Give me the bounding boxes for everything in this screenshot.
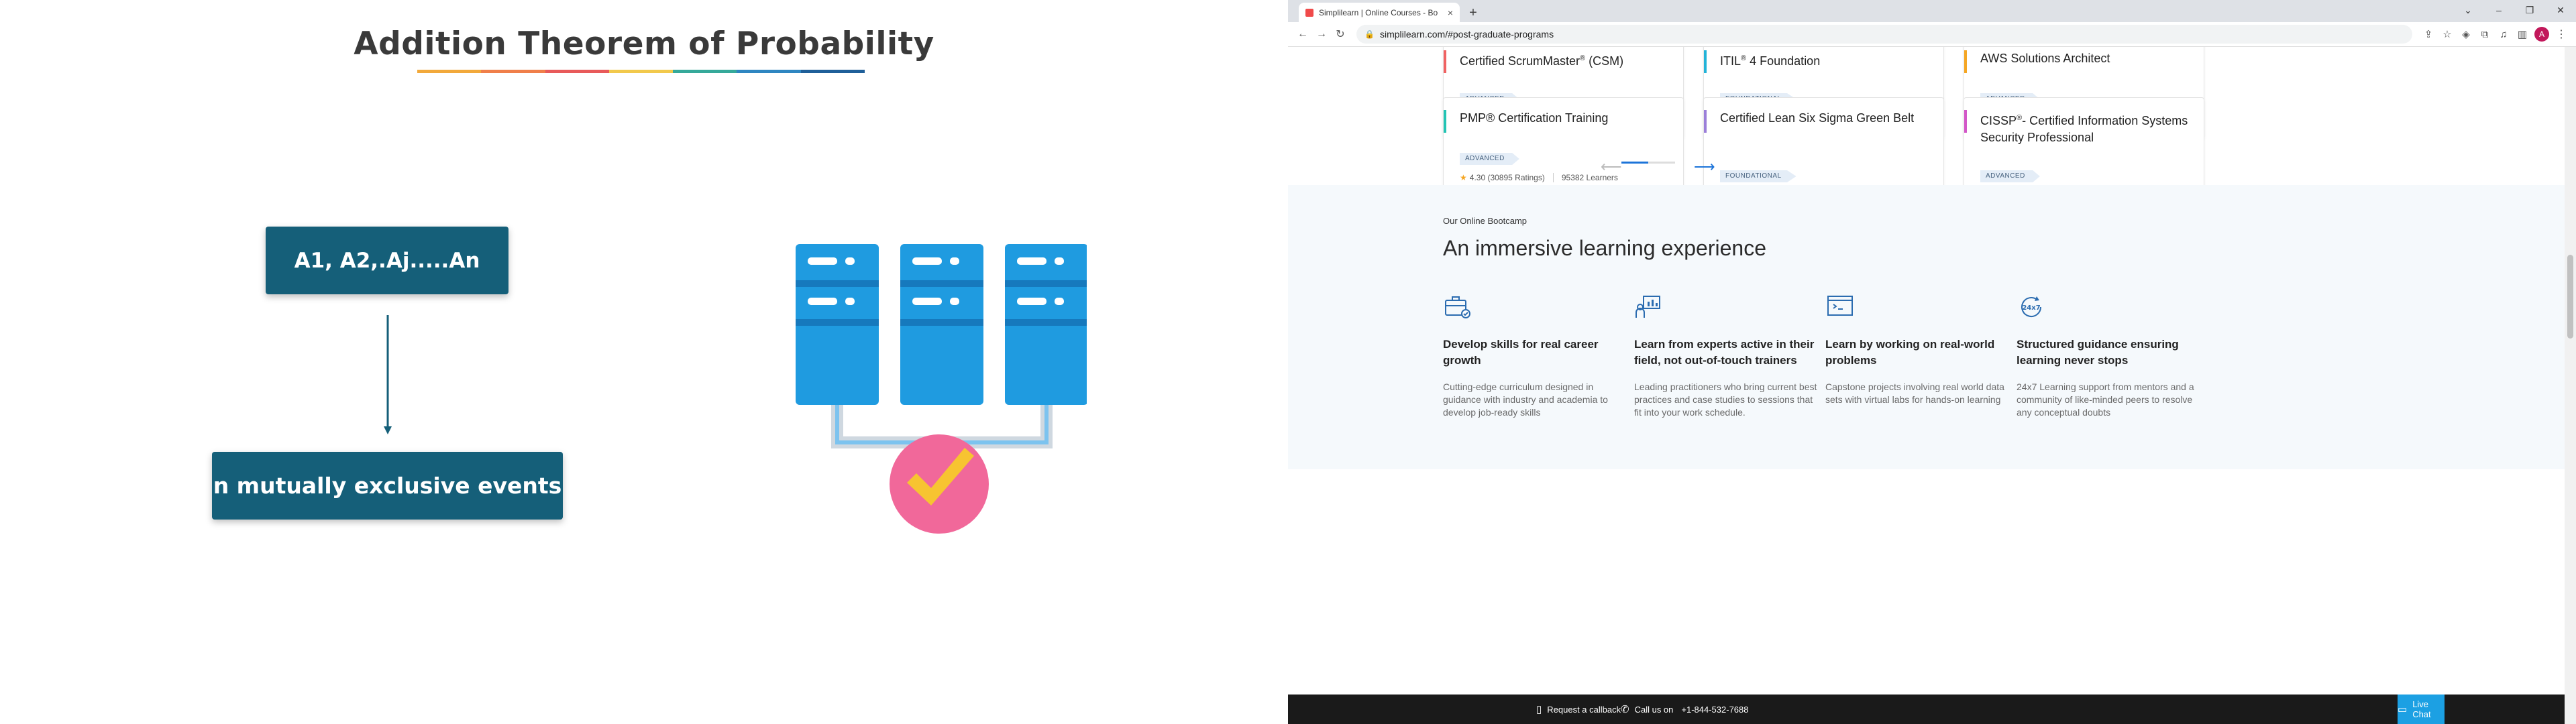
feature-item: Develop skills for real career growth Cut… <box>1443 292 1631 419</box>
star-icon: ★ <box>1460 173 1467 182</box>
call-us-link[interactable]: ✆ Call us on +1-844-532-7688 <box>1621 695 1749 724</box>
live-chat-button[interactable]: ▭ Live Chat <box>2398 695 2445 724</box>
presentation-slide: Addition Theorem of Probability A1, A2,.… <box>0 0 1288 724</box>
reload-icon[interactable]: ↻ <box>1331 25 1350 44</box>
close-icon[interactable]: ✕ <box>2545 0 2576 20</box>
feature-title: Learn by working on real-world problems <box>1825 338 1995 367</box>
back-icon[interactable]: ← <box>1293 25 1312 44</box>
course-card[interactable]: CISSP®- Certified Information Systems Se… <box>1964 97 2204 200</box>
course-title[interactable]: PMP® Certification Training <box>1460 110 1672 127</box>
feature-item: 24x7 Structured guidance ensuring learnin… <box>2017 292 2204 419</box>
forward-icon[interactable]: → <box>1312 25 1331 44</box>
support-24x7-icon: 24x7 <box>2017 292 2046 322</box>
svg-text:24x7: 24x7 <box>2022 304 2040 312</box>
new-tab-icon[interactable]: + <box>1464 3 1483 22</box>
menu-icon[interactable]: ⋮ <box>2552 25 2571 44</box>
share-icon[interactable]: ⇪ <box>2419 25 2438 44</box>
carousel-next-arrow-icon[interactable]: ⟶ <box>1694 158 1715 176</box>
puzzle-icon[interactable]: ⧉ <box>2475 25 2494 44</box>
extension-icon[interactable]: ◈ <box>2457 25 2475 44</box>
restore-icon[interactable]: ❐ <box>2514 0 2545 20</box>
feature-description: Capstone projects involving real world d… <box>1825 381 2004 405</box>
callback-label: Request a callback <box>1547 704 1621 715</box>
level-badge: FOUNDATIONAL <box>1720 170 1796 182</box>
card-accent <box>1964 50 1967 73</box>
feature-title: Learn from experts active in their field… <box>1634 338 1815 367</box>
card-accent <box>1704 50 1707 73</box>
web-page: Certified ScrumMaster® (CSM)ADVANCED★4.4… <box>1288 47 2565 724</box>
address-bar: ← → ↻ 🔒 simplilearn.com/#post-graduate-p… <box>1288 22 2576 47</box>
course-stats: ★ 4.30 (30895 Ratings) 95382 Learners <box>1460 173 1618 182</box>
simplilearn-favicon-icon <box>1305 8 1313 17</box>
level-badge: ADVANCED <box>1460 153 1519 165</box>
course-title[interactable]: CISSP®- Certified Information Systems Se… <box>1980 110 2193 146</box>
card-accent <box>1964 110 1967 133</box>
feature-item: Learn by working on real-world problems C… <box>1825 292 2013 406</box>
feature-title: Structured guidance ensuring learning ne… <box>2017 338 2179 367</box>
card-accent <box>1704 110 1707 133</box>
media-icon[interactable]: ♫ <box>2494 25 2513 44</box>
feature-item: Learn from experts active in their field… <box>1634 292 1822 419</box>
sidebar-icon[interactable]: ▥ <box>2513 25 2532 44</box>
server-check-illustration <box>796 244 1087 534</box>
toolbar-icons: ⇪ ☆ ◈ ⧉ ♫ ▥ <box>2419 25 2532 44</box>
live-chat-label: Live Chat <box>2412 699 2431 719</box>
course-title[interactable]: Certified ScrumMaster® (CSM) <box>1460 50 1672 70</box>
tab-close-icon[interactable]: × <box>1448 7 1453 18</box>
level-badge: ADVANCED <box>1980 170 2040 182</box>
card-accent <box>1444 50 1446 73</box>
tab-title: Simplilearn | Online Courses - Bo <box>1319 7 1438 17</box>
window-controls: ⌄ – ❐ ✕ <box>2453 0 2576 20</box>
course-title[interactable]: AWS Solutions Architect <box>1980 50 2193 67</box>
bootcamp-section: Our Online Bootcamp An immersive learnin… <box>1288 185 2565 469</box>
bootcamp-heading: An immersive learning experience <box>1443 236 1766 260</box>
bootcamp-eyebrow: Our Online Bootcamp <box>1443 216 1527 226</box>
events-box: A1, A2,.Aj.....An <box>266 227 508 294</box>
browser-window: Simplilearn | Online Courses - Bo × + ⌄ … <box>1288 0 2576 724</box>
browser-tab[interactable]: Simplilearn | Online Courses - Bo × <box>1299 3 1460 22</box>
call-label: Call us on <box>1634 704 1674 715</box>
phone-icon: ✆ <box>1621 704 1629 715</box>
page-scrollbar[interactable] <box>2565 47 2576 724</box>
url-text: simplilearn.com/#post-graduate-programs <box>1379 29 1554 40</box>
course-card[interactable]: PMP® Certification Training ADVANCED ★ 4.30… <box>1443 97 1684 198</box>
lock-icon[interactable]: 🔒 <box>1364 29 1375 39</box>
request-callback-link[interactable]: ▯ Request a callback <box>1536 695 1621 724</box>
chat-icon: ▭ <box>2398 704 2408 715</box>
phone-number: +1-844-532-7688 <box>1681 704 1749 715</box>
card-accent <box>1444 110 1446 133</box>
rating-text: 4.30 (30895 Ratings) <box>1469 173 1545 182</box>
slide-title: Addition Theorem of Probability <box>354 25 934 62</box>
feature-description: Leading practitioners who bring current … <box>1634 381 1817 418</box>
feature-description: Cutting-edge curriculum designed in guid… <box>1443 381 1608 418</box>
course-title[interactable]: Certified Lean Six Sigma Green Belt <box>1720 110 1933 127</box>
scroll-thumb[interactable] <box>2567 255 2573 339</box>
title-underline <box>417 70 865 73</box>
trainer-board-icon <box>1634 292 1664 322</box>
carousel-progress <box>1621 162 1675 164</box>
chevron-down-icon[interactable]: ⌄ <box>2453 0 2483 20</box>
course-title[interactable]: ITIL® 4 Foundation <box>1720 50 1933 70</box>
url-input[interactable]: 🔒 simplilearn.com/#post-graduate-program… <box>1356 25 2412 44</box>
mutually-exclusive-box: n mutually exclusive events <box>212 452 563 520</box>
profile-avatar[interactable]: A <box>2534 27 2549 42</box>
course-card[interactable]: Certified Lean Six Sigma Green Belt FOUND… <box>1703 97 1944 200</box>
minimize-icon[interactable]: – <box>2483 0 2514 20</box>
carousel-prev-arrow-icon[interactable]: ⟵ <box>1601 158 1622 176</box>
sticky-contact-bar: ▯ Request a callback ✆ Call us on +1-844… <box>1288 695 2565 724</box>
feature-description: 24x7 Learning support from mentors and a… <box>2017 381 2194 418</box>
phone-request-icon: ▯ <box>1536 704 1542 715</box>
feature-title: Develop skills for real career growth <box>1443 338 1599 367</box>
star-icon[interactable]: ☆ <box>2438 25 2457 44</box>
code-window-icon <box>1825 292 1855 322</box>
tab-bar: Simplilearn | Online Courses - Bo × + ⌄ … <box>1288 0 2576 22</box>
down-arrow <box>384 315 392 434</box>
briefcase-icon <box>1443 292 1472 322</box>
